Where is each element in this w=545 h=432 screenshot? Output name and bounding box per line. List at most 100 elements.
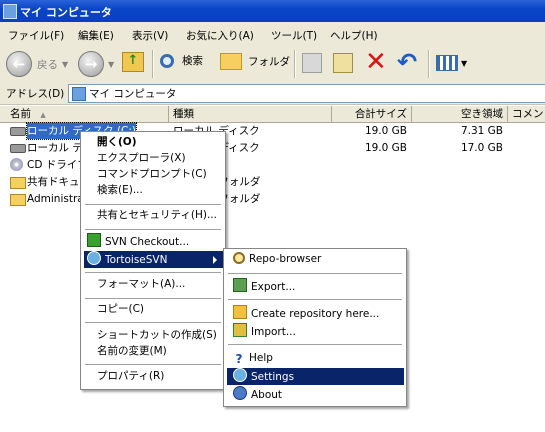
column-comment-label: コメント: [512, 108, 545, 120]
menu-bar: ファイル(F) 編集(E) 表示(V) お気に入り(A) ツール(T) ヘルプ(…: [0, 22, 545, 46]
item-total: 19.0 GB: [364, 125, 407, 137]
toolbar-separator: [152, 50, 154, 78]
column-total-label: 合計サイズ: [354, 108, 407, 120]
window-title: マイ コンピュータ: [20, 6, 112, 19]
move-to-icon: [302, 53, 322, 73]
column-free-label: 空き領域: [461, 108, 503, 120]
menu-command-prompt[interactable]: コマンドプロンプト(C): [84, 166, 223, 183]
menu-separator: [85, 204, 221, 205]
chevron-down-icon[interactable]: ▼: [108, 60, 114, 69]
address-bar: アドレス(D) マイ コンピュータ: [0, 83, 545, 105]
my-computer-icon: [72, 87, 86, 101]
column-header-comment[interactable]: コメント: [508, 106, 545, 122]
search-label: 検索: [182, 55, 203, 67]
toolbar: ← 戻る ▼ → ▼ ↑ 検索 フォルダ ✕ ↶ ▼: [0, 45, 545, 84]
menu-tools[interactable]: ツール(T): [271, 28, 317, 43]
menu-about[interactable]: About: [227, 386, 404, 403]
chevron-down-icon[interactable]: ▼: [461, 59, 467, 68]
column-header-type[interactable]: 種類: [169, 106, 332, 122]
menu-file[interactable]: ファイル(F): [8, 28, 64, 43]
context-menu: 開く(O) エクスプローラ(X) コマンドプロンプト(C) 検索(E)... 共…: [80, 131, 226, 390]
folders-label: フォルダ: [248, 56, 290, 68]
toolbar-separator: [294, 50, 296, 78]
menu-about-label: About: [251, 389, 283, 401]
move-to-button[interactable]: [302, 53, 322, 73]
menu-explorer[interactable]: エクスプローラ(X): [84, 150, 223, 167]
menu-create-shortcut[interactable]: ショートカットの作成(S): [84, 327, 223, 344]
menu-tortoisesvn[interactable]: TortoiseSVN: [84, 251, 223, 268]
menu-view[interactable]: 表示(V): [132, 28, 168, 43]
menu-rename[interactable]: 名前の変更(M): [84, 343, 223, 360]
title-bar[interactable]: マイ コンピュータ: [0, 0, 545, 22]
svn-checkout-icon: [87, 233, 101, 247]
menu-separator: [228, 344, 402, 345]
menu-properties[interactable]: プロパティ(R): [84, 368, 223, 385]
item-free: 17.0 GB: [460, 142, 503, 154]
column-type-label: 種類: [173, 108, 194, 120]
menu-format[interactable]: フォーマット(A)...: [84, 276, 223, 293]
about-icon: [233, 386, 247, 400]
delete-button[interactable]: ✕: [365, 47, 387, 77]
menu-settings[interactable]: Settings: [227, 368, 404, 385]
column-header-free[interactable]: 空き領域: [412, 106, 508, 122]
item-name: CD ドライブ: [27, 159, 88, 171]
column-name-label: 名前: [10, 108, 31, 120]
copy-to-button[interactable]: [333, 53, 353, 73]
help-question-icon: ?: [235, 352, 243, 366]
menu-help[interactable]: ヘルプ(H): [330, 28, 378, 43]
folders-button[interactable]: フォルダ: [220, 53, 290, 70]
menu-export[interactable]: Export...: [227, 278, 404, 295]
forward-arrow-icon: →: [78, 51, 104, 77]
menu-sharing-security[interactable]: 共有とセキュリティ(H)...: [84, 207, 223, 224]
menu-create-repository[interactable]: Create repository here...: [227, 305, 404, 322]
menu-svn-checkout[interactable]: SVN Checkout...: [84, 233, 223, 250]
column-header-name[interactable]: 名前 ▲: [6, 106, 169, 122]
menu-separator: [228, 273, 402, 274]
menu-edit[interactable]: 編集(E): [78, 28, 114, 43]
submenu-arrow-icon: [213, 256, 217, 264]
up-folder-button[interactable]: ↑: [122, 52, 144, 72]
back-button[interactable]: ← 戻る ▼: [6, 51, 68, 77]
menu-separator: [85, 322, 221, 323]
item-total: 19.0 GB: [364, 142, 407, 154]
column-header-total[interactable]: 合計サイズ: [332, 106, 412, 122]
undo-icon: ↶: [397, 48, 418, 76]
menu-copy[interactable]: コピー(C): [84, 301, 223, 318]
settings-icon: [233, 368, 247, 382]
menu-help[interactable]: ? Help: [227, 350, 404, 367]
copy-to-icon: [333, 53, 353, 73]
item-free: 7.31 GB: [460, 125, 503, 137]
search-icon: [160, 53, 174, 68]
forward-button[interactable]: → ▼: [78, 51, 114, 77]
menu-repo-browser[interactable]: Repo-browser: [227, 251, 404, 268]
menu-separator: [85, 298, 221, 299]
create-repository-icon: [233, 305, 247, 319]
folder-icon: [10, 177, 26, 189]
address-field[interactable]: マイ コンピュータ: [68, 84, 545, 103]
sort-up-icon: ▲: [40, 111, 46, 119]
menu-separator: [228, 299, 402, 300]
menu-svn-checkout-label: SVN Checkout...: [105, 236, 190, 248]
up-folder-icon: ↑: [122, 52, 144, 72]
hard-disk-icon: [10, 144, 26, 153]
menu-favorites[interactable]: お気に入り(A): [186, 28, 254, 43]
menu-separator: [85, 229, 221, 230]
menu-search[interactable]: 検索(E)...: [84, 182, 223, 199]
views-button[interactable]: ▼: [436, 55, 467, 71]
export-icon: [233, 278, 247, 292]
my-computer-icon: [3, 4, 17, 19]
menu-separator: [85, 364, 221, 365]
delete-x-icon: ✕: [365, 47, 387, 77]
search-button[interactable]: 検索: [160, 53, 203, 68]
menu-create-repository-label: Create repository here...: [251, 308, 380, 320]
menu-tortoisesvn-label: TortoiseSVN: [105, 254, 168, 266]
menu-import-label: Import...: [251, 326, 296, 338]
views-icon: [436, 55, 458, 71]
menu-repo-browser-label: Repo-browser: [249, 253, 322, 265]
menu-open[interactable]: 開く(O): [84, 134, 223, 151]
address-value: マイ コンピュータ: [89, 88, 177, 100]
undo-button[interactable]: ↶: [397, 49, 417, 75]
chevron-down-icon[interactable]: ▼: [62, 60, 68, 69]
menu-import[interactable]: Import...: [227, 323, 404, 340]
menu-settings-label: Settings: [251, 371, 295, 383]
